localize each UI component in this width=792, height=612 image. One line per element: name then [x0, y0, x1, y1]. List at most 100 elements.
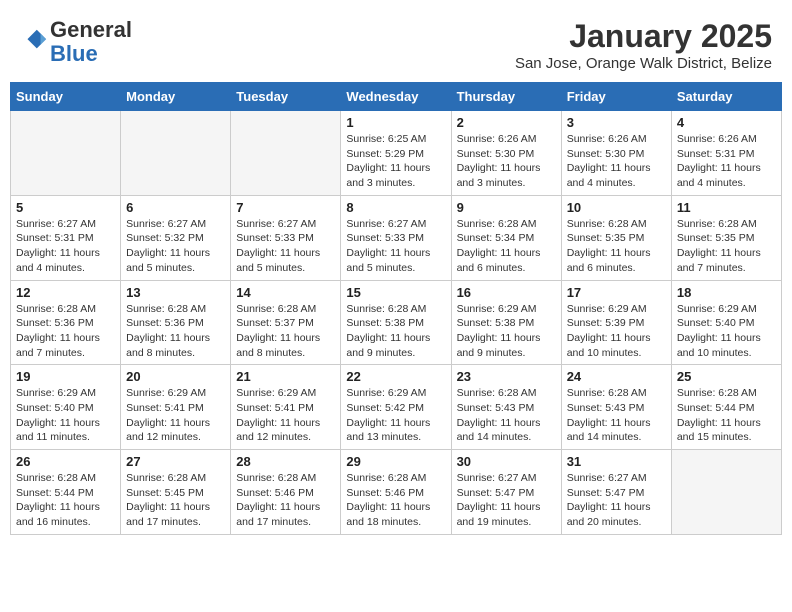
day-number: 29	[346, 454, 445, 469]
day-number: 28	[236, 454, 335, 469]
day-of-week-header: Saturday	[671, 83, 781, 111]
day-number: 6	[126, 200, 225, 215]
day-number: 17	[567, 285, 666, 300]
day-of-week-header: Sunday	[11, 83, 121, 111]
calendar-cell: 7Sunrise: 6:27 AM Sunset: 5:33 PM Daylig…	[231, 195, 341, 280]
day-info: Sunrise: 6:28 AM Sunset: 5:38 PM Dayligh…	[346, 302, 445, 361]
calendar-cell: 17Sunrise: 6:29 AM Sunset: 5:39 PM Dayli…	[561, 280, 671, 365]
day-info: Sunrise: 6:28 AM Sunset: 5:36 PM Dayligh…	[16, 302, 115, 361]
calendar-cell	[671, 450, 781, 535]
day-number: 23	[457, 369, 556, 384]
calendar-cell: 28Sunrise: 6:28 AM Sunset: 5:46 PM Dayli…	[231, 450, 341, 535]
day-info: Sunrise: 6:29 AM Sunset: 5:42 PM Dayligh…	[346, 386, 445, 445]
day-info: Sunrise: 6:28 AM Sunset: 5:36 PM Dayligh…	[126, 302, 225, 361]
day-number: 8	[346, 200, 445, 215]
calendar-week-row: 19 Sunrise: 6:29 AM Sunset: 5:40 PM Dayli…	[11, 365, 782, 450]
logo-general-text: General	[50, 18, 132, 42]
day-number: 5	[16, 200, 115, 215]
calendar-cell: 15 Sunrise: 6:28 AM Sunset: 5:38 PM Dayli…	[341, 280, 451, 365]
calendar-cell: 18 Sunrise: 6:29 AM Sunset: 5:40 PM Dayli…	[671, 280, 781, 365]
calendar-cell: 24 Sunrise: 6:28 AM Sunset: 5:43 PM Dayli…	[561, 365, 671, 450]
calendar-week-row: 12 Sunrise: 6:28 AM Sunset: 5:36 PM Dayli…	[11, 280, 782, 365]
day-number: 12	[16, 285, 115, 300]
calendar-cell: 4 Sunrise: 6:26 AM Sunset: 5:31 PM Daylig…	[671, 111, 781, 196]
day-info: Sunrise: 6:28 AM Sunset: 5:44 PM Dayligh…	[677, 386, 776, 445]
logo-icon	[20, 26, 48, 54]
calendar-cell: 25Sunrise: 6:28 AM Sunset: 5:44 PM Dayli…	[671, 365, 781, 450]
day-info: Sunrise: 6:27 AM Sunset: 5:33 PM Dayligh…	[236, 217, 335, 276]
calendar-cell: 30Sunrise: 6:27 AM Sunset: 5:47 PM Dayli…	[451, 450, 561, 535]
day-of-week-header: Monday	[121, 83, 231, 111]
calendar-cell: 22 Sunrise: 6:29 AM Sunset: 5:42 PM Dayli…	[341, 365, 451, 450]
day-info: Sunrise: 6:28 AM Sunset: 5:35 PM Dayligh…	[677, 217, 776, 276]
day-number: 13	[126, 285, 225, 300]
day-number: 20	[126, 369, 225, 384]
day-info: Sunrise: 6:29 AM Sunset: 5:41 PM Dayligh…	[126, 386, 225, 445]
calendar-cell	[121, 111, 231, 196]
day-number: 27	[126, 454, 225, 469]
day-info: Sunrise: 6:25 AM Sunset: 5:29 PM Dayligh…	[346, 132, 445, 191]
day-number: 26	[16, 454, 115, 469]
day-info: Sunrise: 6:27 AM Sunset: 5:47 PM Dayligh…	[567, 471, 666, 530]
day-number: 3	[567, 115, 666, 130]
day-of-week-header: Tuesday	[231, 83, 341, 111]
day-info: Sunrise: 6:29 AM Sunset: 5:40 PM Dayligh…	[677, 302, 776, 361]
day-number: 1	[346, 115, 445, 130]
day-number: 4	[677, 115, 776, 130]
day-of-week-header: Wednesday	[341, 83, 451, 111]
calendar-cell	[231, 111, 341, 196]
day-number: 11	[677, 200, 776, 215]
day-number: 14	[236, 285, 335, 300]
day-info: Sunrise: 6:27 AM Sunset: 5:33 PM Dayligh…	[346, 217, 445, 276]
day-number: 22	[346, 369, 445, 384]
day-of-week-header: Friday	[561, 83, 671, 111]
calendar-cell: 14 Sunrise: 6:28 AM Sunset: 5:37 PM Dayli…	[231, 280, 341, 365]
calendar-cell: 29 Sunrise: 6:28 AM Sunset: 5:46 PM Dayli…	[341, 450, 451, 535]
day-info: Sunrise: 6:28 AM Sunset: 5:45 PM Dayligh…	[126, 471, 225, 530]
day-number: 19	[16, 369, 115, 384]
calendar-table: SundayMondayTuesdayWednesdayThursdayFrid…	[10, 82, 782, 535]
day-number: 9	[457, 200, 556, 215]
calendar-cell: 2Sunrise: 6:26 AM Sunset: 5:30 PM Daylig…	[451, 111, 561, 196]
calendar-week-row: 26 Sunrise: 6:28 AM Sunset: 5:44 PM Dayli…	[11, 450, 782, 535]
day-number: 18	[677, 285, 776, 300]
day-info: Sunrise: 6:29 AM Sunset: 5:38 PM Dayligh…	[457, 302, 556, 361]
calendar-week-row: 5 Sunrise: 6:27 AM Sunset: 5:31 PM Daylig…	[11, 195, 782, 280]
day-info: Sunrise: 6:28 AM Sunset: 5:35 PM Dayligh…	[567, 217, 666, 276]
day-number: 24	[567, 369, 666, 384]
calendar-cell: 21 Sunrise: 6:29 AM Sunset: 5:41 PM Dayli…	[231, 365, 341, 450]
day-number: 30	[457, 454, 556, 469]
day-info: Sunrise: 6:27 AM Sunset: 5:31 PM Dayligh…	[16, 217, 115, 276]
calendar-cell: 3 Sunrise: 6:26 AM Sunset: 5:30 PM Daylig…	[561, 111, 671, 196]
logo: General Blue	[20, 18, 132, 66]
calendar-cell: 8 Sunrise: 6:27 AM Sunset: 5:33 PM Daylig…	[341, 195, 451, 280]
logo-blue-text: Blue	[50, 42, 132, 66]
calendar-cell: 5 Sunrise: 6:27 AM Sunset: 5:31 PM Daylig…	[11, 195, 121, 280]
calendar-cell	[11, 111, 121, 196]
calendar-header-row: SundayMondayTuesdayWednesdayThursdayFrid…	[11, 83, 782, 111]
day-info: Sunrise: 6:27 AM Sunset: 5:32 PM Dayligh…	[126, 217, 225, 276]
day-info: Sunrise: 6:29 AM Sunset: 5:41 PM Dayligh…	[236, 386, 335, 445]
day-info: Sunrise: 6:28 AM Sunset: 5:37 PM Dayligh…	[236, 302, 335, 361]
calendar-title: January 2025	[515, 18, 772, 55]
day-number: 2	[457, 115, 556, 130]
calendar-cell: 20 Sunrise: 6:29 AM Sunset: 5:41 PM Dayli…	[121, 365, 231, 450]
day-info: Sunrise: 6:28 AM Sunset: 5:46 PM Dayligh…	[346, 471, 445, 530]
calendar-cell: 19 Sunrise: 6:29 AM Sunset: 5:40 PM Dayli…	[11, 365, 121, 450]
day-info: Sunrise: 6:29 AM Sunset: 5:40 PM Dayligh…	[16, 386, 115, 445]
day-info: Sunrise: 6:26 AM Sunset: 5:31 PM Dayligh…	[677, 132, 776, 191]
day-number: 21	[236, 369, 335, 384]
day-number: 10	[567, 200, 666, 215]
day-info: Sunrise: 6:28 AM Sunset: 5:44 PM Dayligh…	[16, 471, 115, 530]
day-number: 15	[346, 285, 445, 300]
day-number: 16	[457, 285, 556, 300]
calendar-cell: 13 Sunrise: 6:28 AM Sunset: 5:36 PM Dayli…	[121, 280, 231, 365]
day-info: Sunrise: 6:28 AM Sunset: 5:43 PM Dayligh…	[567, 386, 666, 445]
day-info: Sunrise: 6:26 AM Sunset: 5:30 PM Dayligh…	[567, 132, 666, 191]
calendar-cell: 12 Sunrise: 6:28 AM Sunset: 5:36 PM Dayli…	[11, 280, 121, 365]
title-block: January 2025 San Jose, Orange Walk Distr…	[515, 18, 772, 72]
calendar-week-row: 1 Sunrise: 6:25 AM Sunset: 5:29 PM Daylig…	[11, 111, 782, 196]
calendar-cell: 6 Sunrise: 6:27 AM Sunset: 5:32 PM Daylig…	[121, 195, 231, 280]
calendar-cell: 31Sunrise: 6:27 AM Sunset: 5:47 PM Dayli…	[561, 450, 671, 535]
calendar-subtitle: San Jose, Orange Walk District, Belize	[515, 55, 772, 72]
